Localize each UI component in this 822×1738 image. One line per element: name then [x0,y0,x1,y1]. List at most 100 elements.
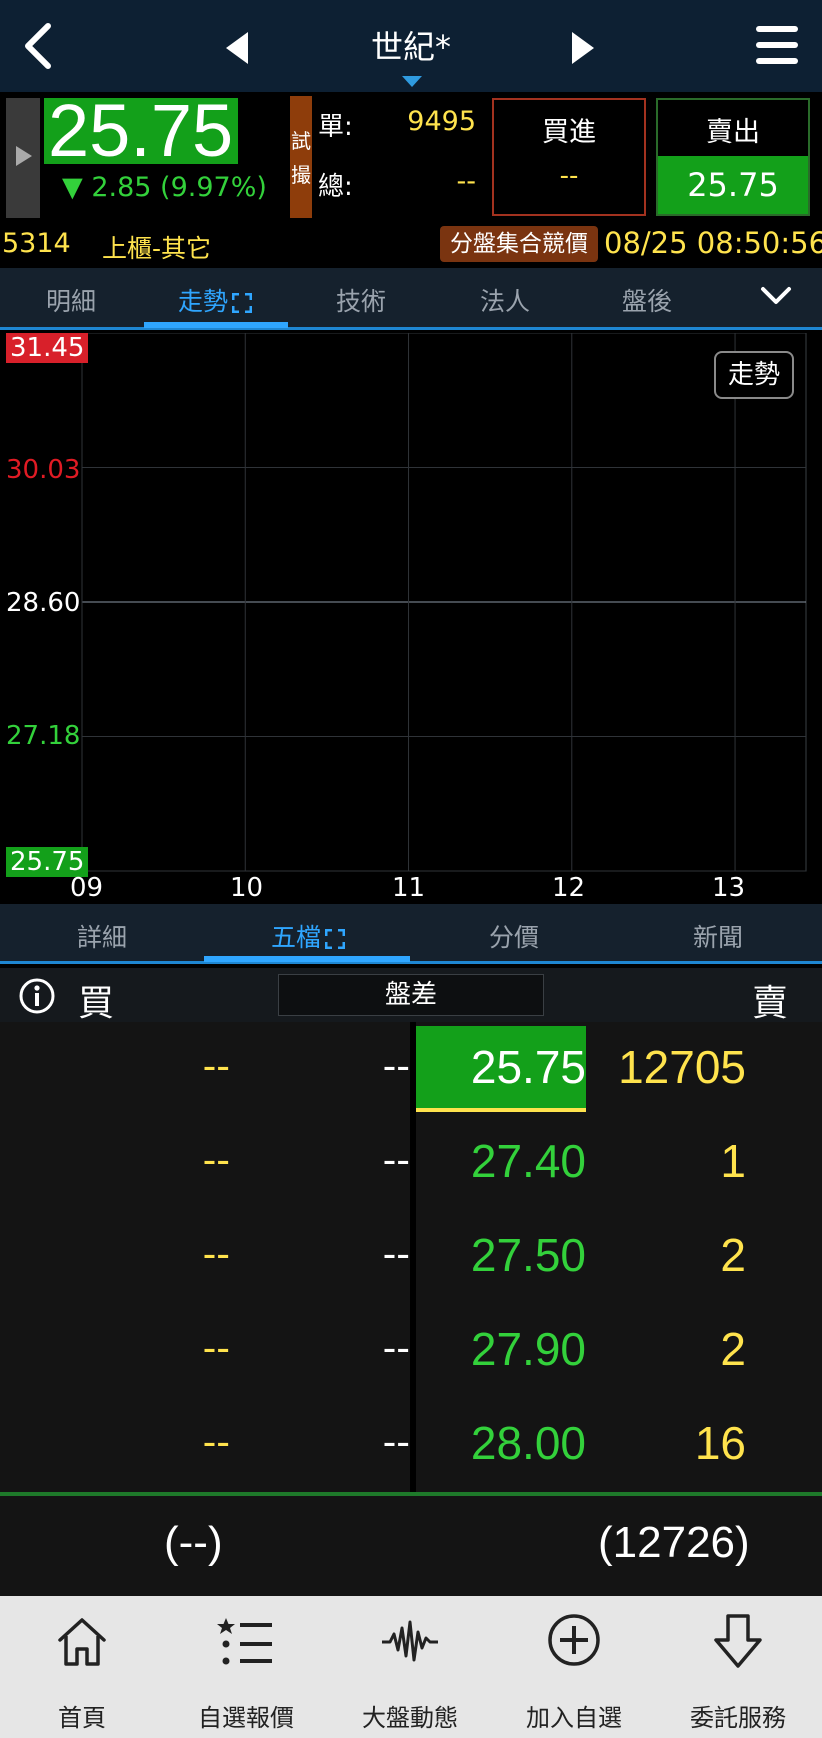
order-book-header: 買 盤差 賣 [0,968,822,1024]
nav-order-service[interactable]: 委託服務 [656,1596,820,1738]
nav-add-watchlist[interactable]: 加入自選 [492,1596,656,1738]
title-dropdown-caret-icon[interactable] [402,76,422,87]
nav-market-label: 大盤動態 [362,1704,458,1732]
menu-icon[interactable] [756,26,798,66]
total-volume-label: 總: [318,172,353,202]
tab-after-hours[interactable]: 盤後 [582,282,712,318]
order-book-row[interactable]: -- -- 28.00 16 [0,1398,822,1492]
pulse-icon [382,1620,438,1662]
trial-match-badge: 試 撮 [290,96,312,218]
bid-side-label: 買 [78,983,115,1024]
fullscreen-icon[interactable] [325,929,345,949]
trial-label-1: 試 [291,129,311,153]
fullscreen-icon[interactable] [232,293,252,313]
intraday-chart[interactable]: 31.45 30.03 28.60 27.18 25.75 09 10 11 1… [0,333,822,903]
tab-technical-label: 技術 [335,287,386,316]
nav-add-watchlist-label: 加入自選 [526,1704,622,1732]
stock-title[interactable]: 世紀* [300,22,522,68]
tab-details-label: 詳細 [76,923,127,952]
ask-volume: 2 [720,1229,746,1281]
ask-price: 27.50 [470,1229,586,1281]
order-book-row[interactable]: -- -- 25.75 12705 [0,1022,822,1116]
tab-trend[interactable]: 走勢 [150,282,280,318]
nav-order-service-label: 委託服務 [690,1704,786,1732]
quote-header: 25.75 ▼ 2.85 (9.97%) 試 撮 單: 9495 總: -- 買… [0,92,822,266]
x-tick-label: 12 [552,873,586,903]
ask-volume: 12705 [618,1041,746,1093]
last-price: 25.75 [44,94,238,168]
ask-volume: 16 [694,1417,746,1469]
bid-total: (--) [164,1518,223,1567]
chart-tabs: 明細 走勢 技術 法人 盤後 [0,268,822,330]
nav-home-label: 首頁 [58,1704,106,1732]
stock-code: 5314 [2,228,71,259]
ask-volume: 2 [720,1323,746,1375]
ask-price: 27.40 [470,1135,586,1187]
bid-price: -- [382,1044,410,1088]
ask-price: 28.00 [470,1417,586,1469]
chart-grid [81,333,807,872]
y-tick-label: 31.45 [6,333,89,363]
buy-price: -- [559,161,579,191]
ask-volume: 1 [720,1135,746,1187]
tab-details[interactable]: 詳細 [22,918,182,954]
single-volume-value: 9495 [407,106,476,137]
previous-stock-icon[interactable] [226,32,248,64]
x-tick-label: 11 [392,873,426,903]
order-book-totals: (--) (12726) [0,1496,822,1596]
tab-detail-label: 明細 [45,287,96,316]
tab-detail[interactable]: 明細 [6,282,136,318]
tab-institutional[interactable]: 法人 [440,282,570,318]
order-book: -- -- 25.75 12705 -- -- 27.40 1 -- -- 27… [0,1022,822,1496]
buy-label: 買進 [542,117,596,148]
chevron-down-icon[interactable] [760,284,792,308]
order-book-row[interactable]: -- -- 27.90 2 [0,1304,822,1398]
x-tick-label: 09 [70,873,104,903]
tab-news[interactable]: 新聞 [638,918,798,954]
expand-panel-icon[interactable] [6,98,40,218]
tab-price-volume[interactable]: 分價 [434,918,594,954]
order-book-row[interactable]: -- -- 27.50 2 [0,1210,822,1304]
x-tick-label: 10 [230,873,264,903]
trial-label-2: 撮 [291,163,311,187]
nav-market[interactable]: 大盤動態 [328,1596,492,1738]
nav-watchlist[interactable]: 自選報價 [164,1596,328,1738]
detail-tabs: 詳細 五檔 分價 新聞 [0,904,822,964]
info-icon[interactable] [18,977,56,1015]
nav-watchlist-label: 自選報價 [198,1704,294,1732]
ask-side-label: 賣 [752,983,789,1024]
ask-price: 25.75 [470,1041,586,1093]
buy-button[interactable]: 買進 -- [492,98,646,216]
back-arrow-icon[interactable] [18,20,58,72]
ask-total: (12726) [598,1518,750,1567]
trend-toggle-button[interactable]: 走勢 [714,351,794,399]
bid-price: -- [382,1326,410,1370]
quote-datetime: 08/25 08:50:56 [604,226,822,260]
tab-after-hours-label: 盤後 [621,287,672,316]
total-volume-value: -- [456,166,477,197]
plus-circle-icon [548,1614,600,1666]
star-list-icon [217,1618,272,1665]
active-tab-indicator [204,956,410,962]
tab-price-volume-label: 分價 [488,923,539,952]
bid-volume: -- [202,1326,230,1370]
sell-label: 賣出 [706,117,760,148]
bid-volume: -- [202,1044,230,1088]
order-book-row[interactable]: -- -- 27.40 1 [0,1116,822,1210]
tab-five-levels-label: 五檔 [270,923,321,952]
home-icon [58,1618,106,1666]
next-stock-icon[interactable] [572,32,594,64]
tab-trend-label: 走勢 [177,287,228,316]
x-tick-label: 13 [712,873,746,903]
bid-volume: -- [202,1138,230,1182]
down-arrow-icon [714,1614,762,1668]
sell-button[interactable]: 賣出 25.75 [656,98,810,216]
nav-home[interactable]: 首頁 [0,1596,164,1738]
tab-institutional-label: 法人 [479,287,530,316]
single-volume-label: 單: [318,112,353,142]
bottom-nav: 首頁 自選報價 大盤動態 加入自選 委託服務 [0,1596,822,1738]
tab-five-levels[interactable]: 五檔 [228,918,388,954]
ask-price: 27.90 [470,1323,586,1375]
bid-price: -- [382,1232,410,1276]
tab-technical[interactable]: 技術 [296,282,426,318]
